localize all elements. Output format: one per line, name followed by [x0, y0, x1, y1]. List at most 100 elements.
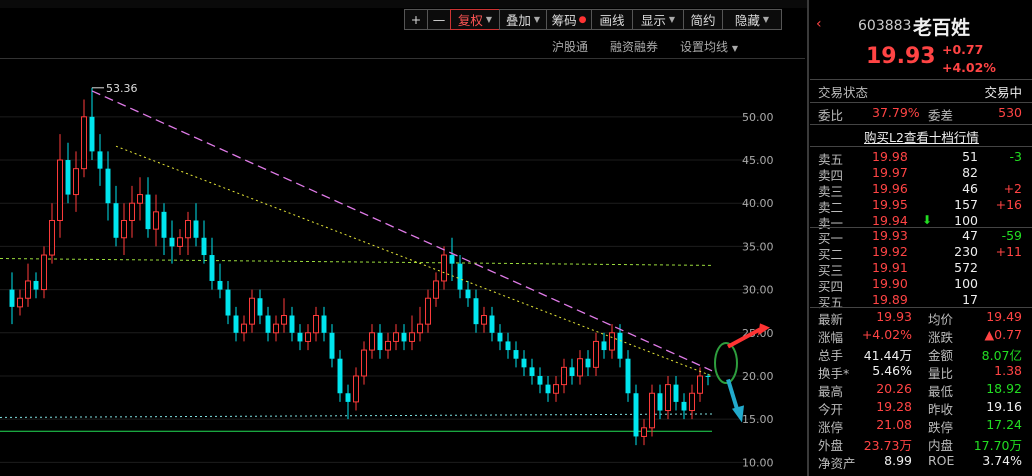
y-tick-label: 45.00	[742, 154, 774, 167]
stat-label: 量比	[928, 366, 954, 381]
candle-body	[57, 159, 63, 221]
candle-body	[409, 332, 415, 342]
candle-body	[65, 160, 71, 195]
bid-price[interactable]: 19.91	[872, 260, 908, 275]
chips-label: 筹码	[551, 13, 577, 28]
candle-body	[425, 297, 431, 325]
y-tick-label: 40.00	[742, 197, 774, 210]
bid-delta: -59	[1001, 228, 1022, 243]
zoom-in-button[interactable]: +	[404, 9, 428, 30]
stat-label: 昨收	[928, 402, 954, 417]
panel-divider	[807, 0, 809, 476]
ask-delta: +16	[995, 197, 1022, 212]
stat-row: 今开 19.28 昨收 19.16	[810, 399, 1032, 417]
display-dropdown[interactable]: 显示 ▼	[632, 9, 684, 30]
status-value: 交易中	[984, 85, 1022, 100]
candle-body	[177, 237, 183, 247]
ma-settings-dropdown[interactable]: 设置均线 ▼	[680, 38, 738, 55]
stat-value: 5.46%	[872, 363, 912, 378]
bid-price[interactable]: 19.90	[872, 276, 908, 291]
stock-name: 老百姓	[913, 17, 971, 39]
candle-body	[345, 393, 351, 402]
bid-volume: 230	[954, 244, 978, 259]
candle-body	[9, 289, 15, 307]
kline-chart[interactable]: 50.0045.0040.0035.0030.0025.0020.0015.00…	[0, 59, 805, 476]
y-tick-label: 50.00	[742, 111, 774, 124]
margin-trading-link[interactable]: 融资融券	[610, 38, 658, 55]
weibi-label: 委比	[818, 108, 844, 123]
candle-body	[121, 219, 127, 239]
stat-label: 最高	[818, 384, 844, 399]
stat-row: 最新 19.93 均价 19.49	[810, 309, 1032, 327]
ask-price[interactable]: 19.94	[872, 213, 908, 228]
candle-body	[265, 315, 271, 333]
bid-price[interactable]: 19.92	[872, 244, 908, 259]
candle-body	[193, 220, 199, 238]
chips-button[interactable]: 筹码 ●	[546, 9, 592, 30]
candle-body	[313, 315, 319, 334]
stat-value: 17.70万	[973, 438, 1022, 453]
candle-body	[433, 280, 439, 299]
draw-line-button[interactable]: 画线	[591, 9, 633, 30]
simple-button[interactable]: 简约	[683, 9, 723, 30]
candle-body	[625, 358, 631, 394]
max-price-label: 53.36	[106, 82, 138, 95]
stat-value: 23.73万	[863, 438, 912, 453]
stat-value: +4.02%	[861, 327, 912, 342]
ask-row: 卖五 19.98 51 -3	[810, 149, 1032, 167]
candle-body	[657, 393, 663, 411]
stat-value: 19.49	[986, 309, 1022, 324]
candle-body	[465, 289, 471, 299]
candle-body	[537, 375, 543, 385]
down-arrow-icon	[726, 378, 740, 413]
ask-row: 卖二 19.95 157 +16	[810, 197, 1032, 215]
hgt-link[interactable]: 沪股通	[552, 38, 588, 55]
candle-body	[49, 219, 55, 256]
bid-price[interactable]: 19.93	[872, 228, 908, 243]
weicha-value: 530	[998, 105, 1022, 120]
y-tick-label: 30.00	[742, 284, 774, 297]
candle-body	[473, 298, 479, 325]
candle-body	[241, 323, 247, 334]
stat-label: 涨幅	[818, 330, 844, 345]
price-change: +0.77	[942, 42, 984, 57]
divider	[810, 79, 1032, 80]
candle-body	[113, 203, 119, 238]
candle-body	[529, 367, 535, 376]
candle-body	[289, 315, 295, 333]
stat-value: 21.08	[876, 417, 912, 432]
stat-value: 41.44万	[863, 348, 912, 363]
support-dotted-line	[0, 413, 713, 418]
candle-body	[593, 340, 599, 368]
chevron-left-icon[interactable]: ‹	[816, 16, 822, 32]
stat-label: 均价	[928, 312, 954, 327]
down-arrow-head-icon	[732, 405, 744, 423]
bid-row: 买一 19.93 47 -59	[810, 228, 1032, 246]
fuquan-dropdown[interactable]: 复权 ▼	[450, 9, 500, 30]
overlay-dropdown[interactable]: 叠加 ▼	[499, 9, 547, 30]
sub-toolbar: 沪股通 融资融券 设置均线 ▼	[552, 38, 738, 55]
candle-body	[609, 332, 615, 351]
y-tick-label: 35.00	[742, 240, 774, 253]
candle-body	[681, 401, 687, 411]
chevron-down-icon: ▼	[668, 15, 676, 24]
stat-value: 8.07亿	[981, 348, 1022, 363]
ask-price[interactable]: 19.97	[872, 165, 908, 180]
stat-value: 8.99	[884, 453, 912, 468]
ask-price[interactable]: 19.96	[872, 181, 908, 196]
buy-l2-link[interactable]: 购买L2查看十档行情	[864, 127, 979, 146]
stat-row: 外盘 23.73万 内盘 17.70万	[810, 435, 1032, 453]
candle-body	[689, 392, 695, 412]
ask-price[interactable]: 19.98	[872, 149, 908, 164]
hide-dropdown[interactable]: 隐藏 ▼	[722, 9, 782, 30]
weibi-row: 委比 37.79% 委差 530	[810, 105, 1032, 123]
ask-volume: 46	[962, 181, 978, 196]
zoom-out-button[interactable]: —	[427, 9, 451, 30]
stat-label: 净资产	[818, 456, 856, 471]
bid-price[interactable]: 19.89	[872, 292, 908, 307]
candle-body	[585, 358, 591, 368]
ask-price[interactable]: 19.95	[872, 197, 908, 212]
candle-body	[81, 116, 87, 170]
stat-row: 涨停 21.08 跌停 17.24	[810, 417, 1032, 435]
weicha-label: 委差	[928, 108, 954, 123]
